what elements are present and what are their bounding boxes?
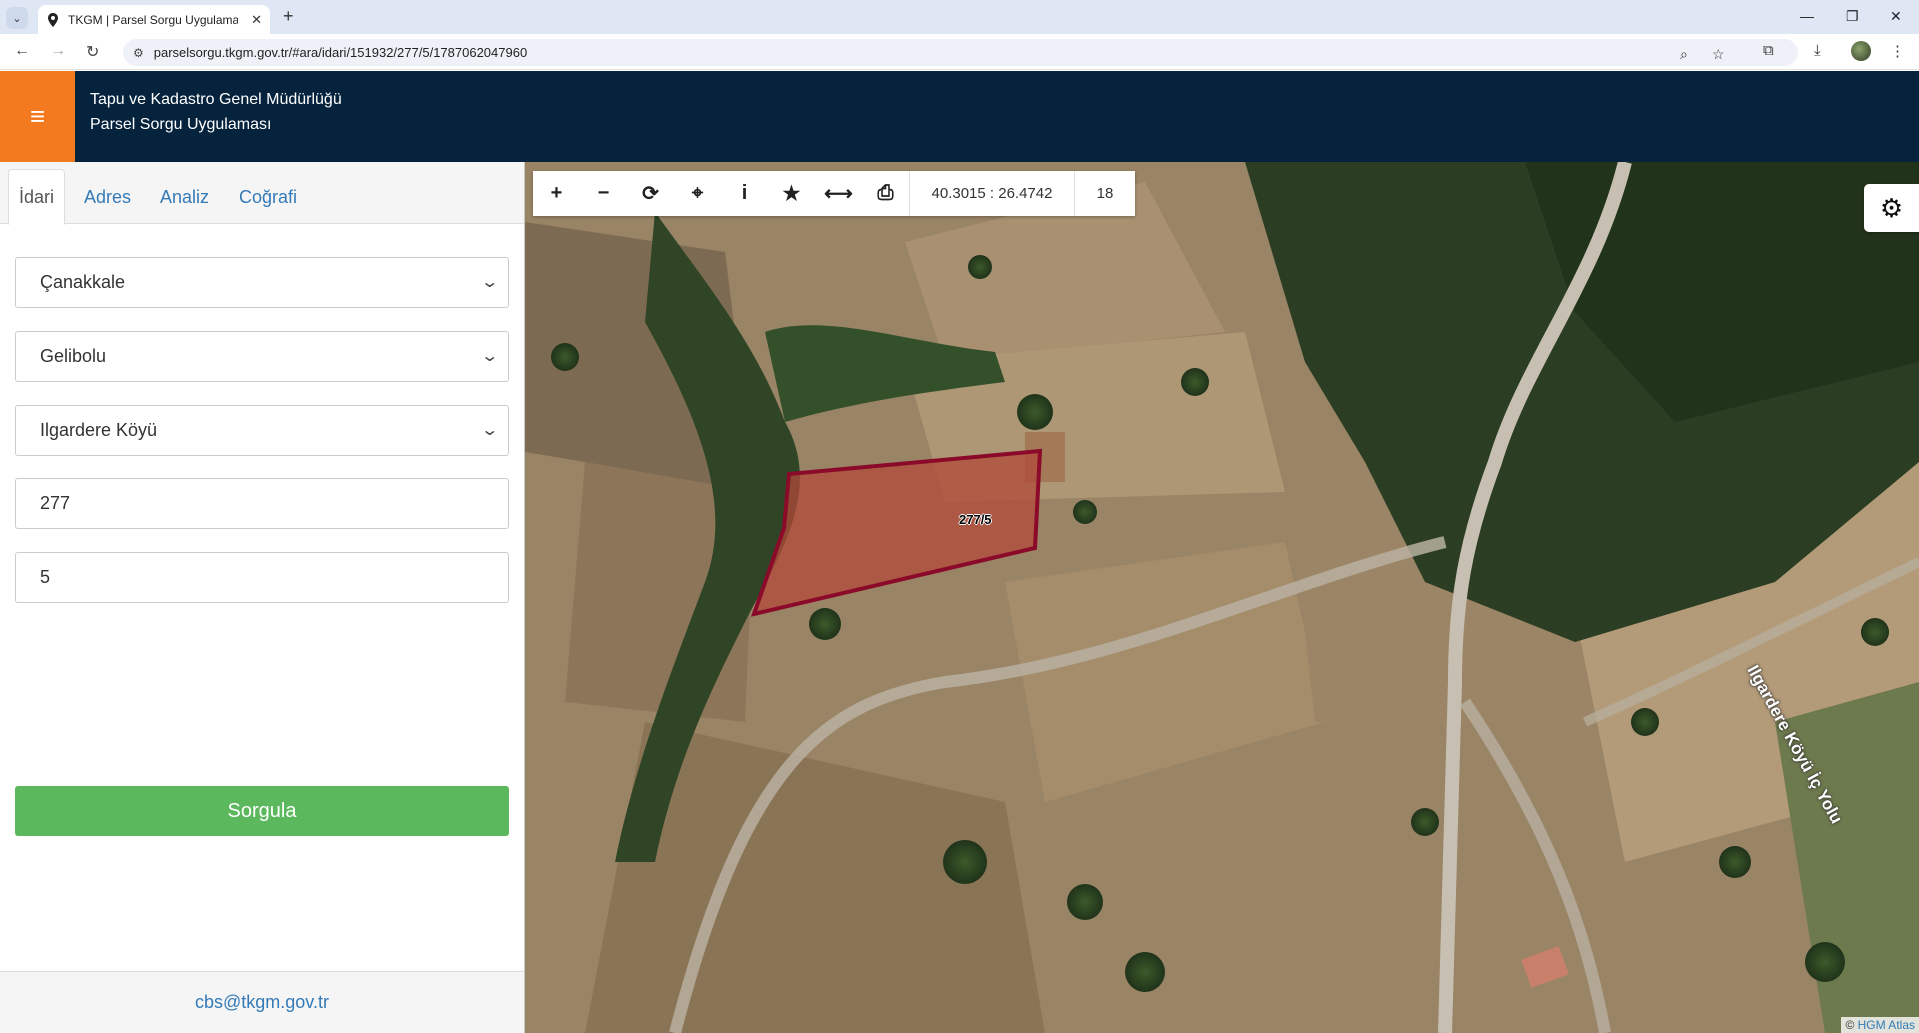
measure-icon[interactable]: ⟷ — [815, 171, 862, 216]
zoom-level: 18 — [1096, 185, 1114, 202]
brand: Tapu ve Kadastro Genel Müdürlüğü Parsel … — [90, 87, 342, 137]
close-window-icon[interactable]: ✕ — [1890, 8, 1902, 25]
tab-list-chevron-icon[interactable]: ⌄ — [6, 7, 28, 29]
parcel-no-input[interactable]: 5 — [15, 552, 509, 603]
new-tab-icon[interactable]: + — [283, 6, 294, 27]
location-pin-icon — [46, 12, 60, 27]
forward-icon[interactable]: → — [50, 42, 66, 60]
chevron-down-icon: ⌄ — [479, 422, 499, 439]
star-icon[interactable]: ★ — [768, 171, 815, 216]
neighborhood-select[interactable]: Ilgardere Köyü ⌄ — [15, 405, 509, 456]
gear-icon[interactable]: ⚙ — [1864, 184, 1919, 232]
query-panel: İdari Adres Analiz Coğrafi Çanakkale ⌄ G… — [0, 162, 525, 1033]
omnibox[interactable]: ⚙ parselsorgu.tkgm.gov.tr/#ara/idari/151… — [123, 39, 1798, 66]
district-select[interactable]: Gelibolu ⌄ — [15, 331, 509, 382]
locate-icon[interactable]: ⌖ — [674, 171, 721, 216]
block-no-value: 277 — [40, 493, 71, 513]
block-no-input[interactable]: 277 — [15, 478, 509, 529]
tab-title: TKGM | Parsel Sorgu Uygulaması — [68, 12, 238, 27]
browser-tab-bar: ⌄ TKGM | Parsel Sorgu Uygulaması ✕ + — ❐… — [0, 0, 1919, 34]
reload-icon[interactable]: ↻ — [86, 42, 99, 62]
coordinate-readout: 40.3015 : 26.4742 — [909, 171, 1075, 216]
address-bar: ← → ↻ ⚙ parselsorgu.tkgm.gov.tr/#ara/ida… — [0, 34, 1919, 70]
attribution-link[interactable]: HGM Atlas — [1858, 1018, 1915, 1032]
bookmark-star-icon[interactable]: ☆ — [1712, 46, 1725, 63]
chevron-down-icon: ⌄ — [479, 348, 499, 365]
extensions-icon[interactable]: ⧉ — [1763, 42, 1774, 59]
print-icon[interactable]: ⎙ — [862, 171, 909, 216]
chevron-down-icon: ⌄ — [479, 274, 499, 291]
zoom-icon[interactable]: ⌕ — [1680, 46, 1688, 63]
satellite-imagery — [525, 162, 1919, 1033]
parcel-no-value: 5 — [40, 567, 51, 587]
app-header: ≡ Tapu ve Kadastro Genel Müdürlüğü Parse… — [0, 71, 1919, 162]
attribution-prefix: © — [1845, 1018, 1855, 1032]
url-text[interactable]: parselsorgu.tkgm.gov.tr/#ara/idari/15193… — [154, 45, 527, 60]
refresh-icon[interactable]: ⟳ — [627, 171, 674, 216]
query-tabs: İdari Adres Analiz Coğrafi — [0, 162, 524, 225]
profile-avatar[interactable] — [1851, 41, 1871, 61]
minimize-icon[interactable]: — — [1800, 8, 1814, 24]
zoom-out-icon[interactable]: − — [580, 171, 627, 216]
tab-adres[interactable]: Adres — [74, 169, 141, 225]
zoom-in-icon[interactable]: + — [533, 171, 580, 216]
contact-email-link[interactable]: cbs@tkgm.gov.tr — [195, 992, 329, 1013]
map-view[interactable]: 277/5 Ilgardere Köyü İç Yolu + − ⟳ ⌖ i ★… — [525, 162, 1919, 1033]
browser-menu-icon[interactable]: ⋮ — [1890, 42, 1905, 60]
hamburger-icon[interactable]: ≡ — [0, 71, 75, 162]
download-icon[interactable]: ⤓ — [1814, 42, 1821, 59]
site-info-icon[interactable]: ⚙ — [133, 46, 144, 60]
back-icon[interactable]: ← — [14, 42, 30, 60]
tab-idari[interactable]: İdari — [8, 169, 66, 225]
tab-close-icon[interactable]: ✕ — [251, 12, 262, 28]
org-name: Tapu ve Kadastro Genel Müdürlüğü — [90, 91, 342, 108]
map-attribution: © HGM Atlas — [1841, 1017, 1919, 1033]
province-select[interactable]: Çanakkale ⌄ — [15, 257, 509, 308]
browser-tab[interactable]: TKGM | Parsel Sorgu Uygulaması ✕ — [38, 5, 270, 34]
parcel-label: 277/5 — [959, 512, 992, 527]
app-name: Parsel Sorgu Uygulaması — [90, 116, 272, 133]
info-icon[interactable]: i — [721, 171, 768, 216]
footer: cbs@tkgm.gov.tr — [0, 971, 524, 1033]
district-value: Gelibolu — [40, 346, 107, 366]
province-value: Çanakkale — [40, 272, 126, 292]
query-button[interactable]: Sorgula — [15, 786, 509, 836]
tab-cografi[interactable]: Coğrafi — [229, 169, 307, 225]
neighborhood-value: Ilgardere Köyü — [40, 420, 158, 440]
tab-analiz[interactable]: Analiz — [150, 169, 219, 225]
map-toolbar: + − ⟳ ⌖ i ★ ⟷ ⎙ 40.3015 : 26.4742 18 — [533, 171, 1135, 216]
restore-icon[interactable]: ❐ — [1846, 8, 1859, 25]
